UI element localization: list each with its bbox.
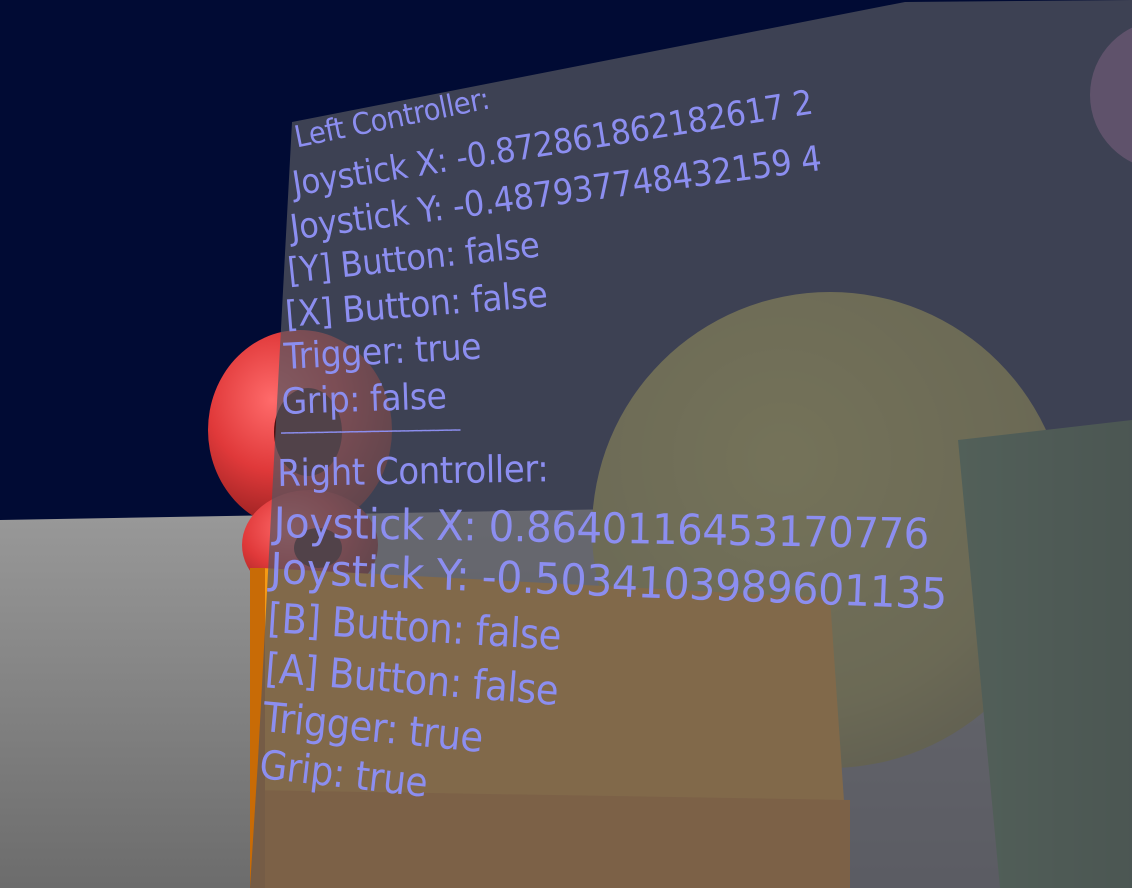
left-trigger: Trigger: true (282, 326, 483, 378)
vr-scene: Left Controller: Joystick X: -0.87286186… (0, 0, 1132, 888)
divider-line: ----------------------------------------… (279, 418, 460, 443)
right-controller-heading: Right Controller: (276, 447, 549, 495)
left-grip: Grip: false (280, 376, 448, 423)
